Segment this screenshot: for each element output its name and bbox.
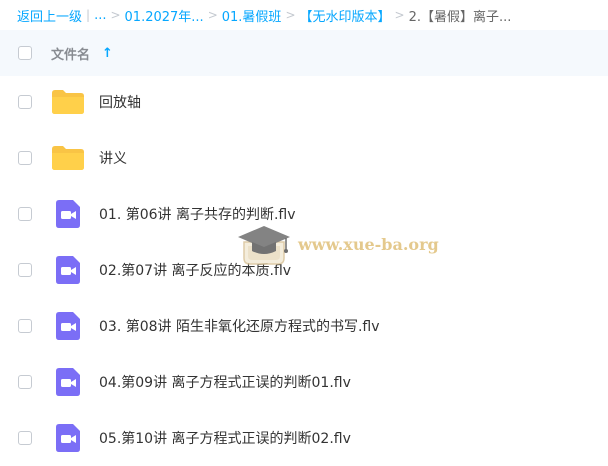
file-row[interactable]: 讲义 — [0, 130, 608, 186]
file-checkbox[interactable] — [18, 319, 32, 333]
file-row[interactable]: 05.第10讲 离子方程式正误的判断02.flv — [0, 410, 608, 466]
breadcrumb-ellipsis[interactable]: ... — [94, 8, 106, 23]
back-link[interactable]: 返回上一级 — [17, 6, 82, 25]
select-all-checkbox[interactable] — [18, 46, 32, 60]
breadcrumb-separator: > — [394, 8, 405, 22]
video-file-icon — [54, 423, 82, 453]
breadcrumb-bar: | — [86, 8, 91, 22]
folder-icon — [51, 145, 85, 171]
video-file-icon — [54, 367, 82, 397]
file-row[interactable]: 02.第07讲 离子反应的本质.flv — [0, 242, 608, 298]
file-checkbox[interactable] — [18, 431, 32, 445]
breadcrumb-item-current: 2.【暑假】离子... — [408, 9, 512, 25]
breadcrumb-item-no-watermark[interactable]: 【无水印版本】 — [300, 6, 391, 25]
file-checkbox[interactable] — [18, 95, 32, 109]
breadcrumb-separator: > — [285, 8, 296, 22]
file-name[interactable]: 02.第07讲 离子反应的本质.flv — [99, 260, 291, 280]
file-row[interactable]: 回放轴 — [0, 74, 608, 130]
file-name[interactable]: 讲义 — [99, 148, 127, 168]
file-row[interactable]: 04.第09讲 离子方程式正误的判断01.flv — [0, 354, 608, 410]
breadcrumb-item-summer-class[interactable]: 01.暑假班 — [222, 6, 282, 25]
folder-icon — [51, 89, 85, 115]
column-header-filename[interactable]: 文件名 — [51, 44, 90, 63]
file-list-header: 文件名 ↑ — [0, 30, 608, 76]
file-checkbox[interactable] — [18, 207, 32, 221]
breadcrumb-separator: > — [110, 8, 121, 22]
video-file-icon — [54, 255, 82, 285]
file-name[interactable]: 01. 第06讲 离子共存的判断.flv — [99, 204, 296, 224]
file-row[interactable]: 03. 第08讲 陌生非氧化还原方程式的书写.flv — [0, 298, 608, 354]
file-name[interactable]: 04.第09讲 离子方程式正误的判断01.flv — [99, 372, 351, 392]
arrow-up-icon[interactable]: ↑ — [102, 46, 113, 61]
video-file-icon — [54, 311, 82, 341]
file-checkbox[interactable] — [18, 263, 32, 277]
file-name[interactable]: 05.第10讲 离子方程式正误的判断02.flv — [99, 428, 351, 448]
video-file-icon — [54, 199, 82, 229]
file-name[interactable]: 03. 第08讲 陌生非氧化还原方程式的书写.flv — [99, 316, 380, 336]
breadcrumb-item-year[interactable]: 01.2027年... — [125, 6, 204, 25]
file-name[interactable]: 回放轴 — [99, 92, 141, 112]
breadcrumb: 返回上一级 | ... > 01.2027年... > 01.暑假班 > 【无水… — [0, 0, 608, 30]
file-checkbox[interactable] — [18, 375, 32, 389]
breadcrumb-separator: > — [207, 8, 218, 22]
file-checkbox[interactable] — [18, 151, 32, 165]
file-row[interactable]: 01. 第06讲 离子共存的判断.flv — [0, 186, 608, 242]
